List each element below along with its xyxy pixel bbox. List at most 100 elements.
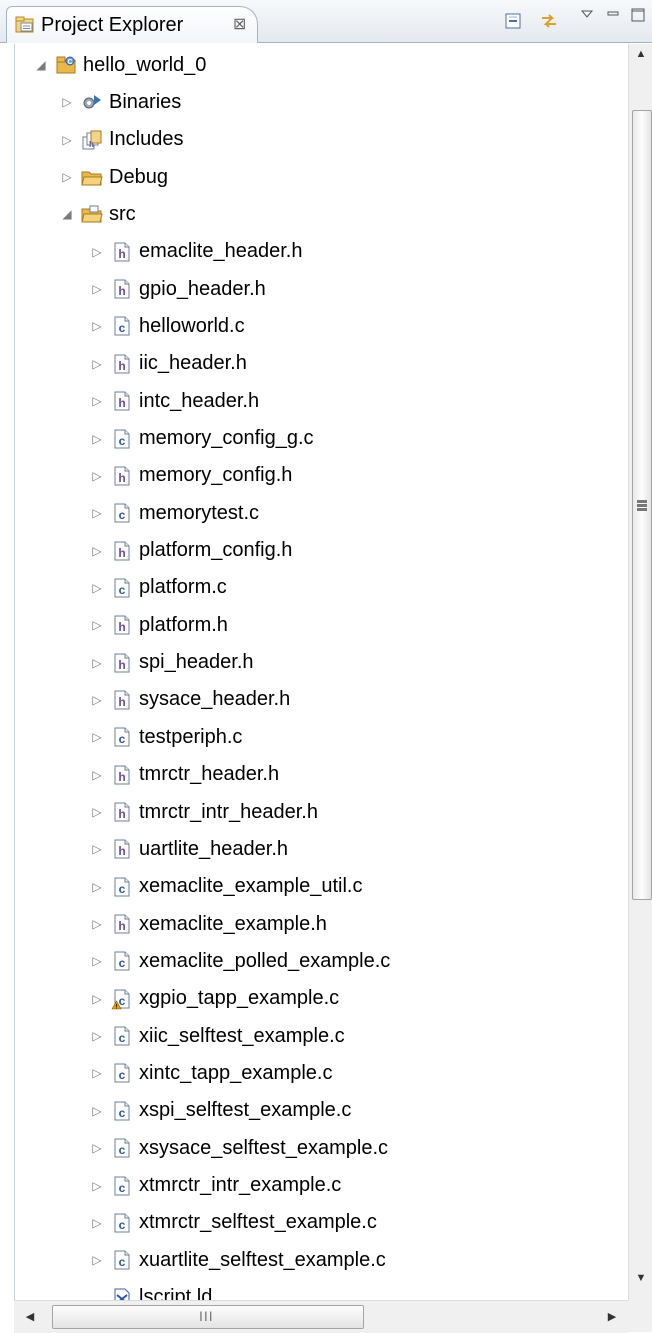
horizontal-scroll-thumb[interactable]: III (52, 1305, 364, 1329)
tree-item[interactable]: ▷ h platform_config.h (89, 534, 627, 568)
tree-item-label: xintc_tapp_example.c (139, 1061, 333, 1084)
collapsed-arrow-icon[interactable]: ▷ (89, 842, 105, 856)
collapsed-arrow-icon[interactable]: ▷ (89, 319, 105, 333)
tree-item[interactable]: lscript.ld (89, 1281, 627, 1300)
tree-item[interactable]: ▷ h memory_config.h (89, 459, 627, 493)
tree-item[interactable]: ▷ h emaclite_header.h (89, 235, 627, 269)
project-tree[interactable]: ◢ Chello_world_0 ▷ Binaries ▷ h Includes ▷ Debug… (14, 44, 627, 1300)
c-file-icon: c (111, 1212, 133, 1234)
vertical-scroll-thumb[interactable]: ▬ ▬ ▬ (632, 110, 652, 900)
collapsed-arrow-icon[interactable]: ▷ (89, 768, 105, 782)
tree-item[interactable]: ▷ c xemaclite_polled_example.c (89, 944, 627, 978)
tree-item[interactable]: ▷ c! xgpio_tapp_example.c (89, 982, 627, 1016)
tree-item[interactable]: ◢ Chello_world_0 (33, 48, 627, 82)
collapsed-arrow-icon[interactable]: ▷ (89, 1141, 105, 1155)
tree-item[interactable]: ▷ c xsysace_selftest_example.c (89, 1131, 627, 1165)
collapsed-arrow-icon[interactable]: ▷ (89, 432, 105, 446)
scroll-right-arrow-icon[interactable]: ▶ (600, 1305, 624, 1329)
collapsed-arrow-icon[interactable]: ▷ (89, 357, 105, 371)
collapsed-arrow-icon[interactable]: ▷ (89, 1066, 105, 1080)
collapsed-arrow-icon[interactable]: ▷ (89, 992, 105, 1006)
tree-item[interactable]: ▷ h iic_header.h (89, 347, 627, 381)
collapsed-arrow-icon[interactable]: ▷ (59, 170, 75, 184)
collapsed-arrow-icon[interactable]: ▷ (89, 469, 105, 483)
collapsed-arrow-icon[interactable]: ▷ (89, 1029, 105, 1043)
collapsed-arrow-icon[interactable]: ▷ (89, 954, 105, 968)
tree-item[interactable]: ▷ h xemaclite_example.h (89, 907, 627, 941)
svg-text:h: h (118, 396, 125, 410)
close-icon[interactable]: ⊠ (233, 14, 246, 34)
tree-item[interactable]: ▷ h spi_header.h (89, 646, 627, 680)
tree-item[interactable]: ▷ c helloworld.c (89, 309, 627, 343)
collapsed-arrow-icon[interactable]: ▷ (89, 656, 105, 670)
collapsed-arrow-icon[interactable]: ▷ (89, 394, 105, 408)
collapsed-arrow-icon[interactable]: ▷ (89, 730, 105, 744)
tree-item-label: xemaclite_polled_example.c (139, 949, 391, 972)
h-file-icon: h (111, 465, 133, 487)
horizontal-scrollbar[interactable]: ◀ III ▶ (14, 1300, 628, 1333)
tree-item[interactable]: ▷ h tmrctr_intr_header.h (89, 795, 627, 829)
vertical-scrollbar[interactable]: ▲ ▬ ▬ ▬ ▼ (628, 44, 652, 1300)
tree-item[interactable]: ▷ h platform.h (89, 608, 627, 642)
tree-item-label: intc_header.h (139, 389, 260, 412)
svg-text:h: h (118, 546, 125, 560)
expanded-arrow-icon[interactable]: ◢ (59, 207, 75, 221)
collapsed-arrow-icon[interactable]: ▷ (89, 282, 105, 296)
tree-item-label: src (109, 202, 136, 225)
scroll-up-arrow-icon[interactable]: ▲ (629, 48, 652, 72)
tree-item[interactable]: ▷ c memory_config_g.c (89, 422, 627, 456)
collapsed-arrow-icon[interactable]: ▷ (89, 245, 105, 259)
tree-item[interactable]: ▷ h Includes (59, 123, 627, 157)
minimize-icon[interactable] (606, 7, 620, 21)
svg-text:c: c (119, 882, 126, 896)
link-with-editor-icon[interactable] (539, 11, 559, 31)
collapsed-arrow-icon[interactable]: ▷ (89, 618, 105, 632)
tree-item[interactable]: ▷ c xemaclite_example_util.c (89, 870, 627, 904)
collapsed-arrow-icon[interactable]: ▷ (89, 1179, 105, 1193)
tree-item[interactable]: ▷ c xspi_selftest_example.c (89, 1094, 627, 1128)
collapsed-arrow-icon[interactable]: ▷ (89, 544, 105, 558)
expanded-arrow-icon[interactable]: ◢ (33, 58, 49, 72)
h-file-icon: h (111, 838, 133, 860)
tree-item[interactable]: ▷ c platform.c (89, 571, 627, 605)
tree-item[interactable]: ◢ src (59, 197, 627, 231)
tree-item[interactable]: ▷ c xintc_tapp_example.c (89, 1056, 627, 1090)
tree-item[interactable]: ▷ c xiic_selftest_example.c (89, 1019, 627, 1053)
collapsed-arrow-icon[interactable]: ▷ (59, 133, 75, 147)
collapsed-arrow-icon[interactable]: ▷ (89, 1216, 105, 1230)
tree-item[interactable]: ▷ c xtmrctr_intr_example.c (89, 1169, 627, 1203)
tree-item[interactable]: ▷ h gpio_header.h (89, 272, 627, 306)
tree-item-label: memorytest.c (139, 501, 260, 524)
collapsed-arrow-icon[interactable]: ▷ (59, 95, 75, 109)
collapsed-arrow-icon[interactable]: ▷ (89, 1104, 105, 1118)
collapsed-arrow-icon[interactable]: ▷ (89, 805, 105, 819)
scroll-down-arrow-icon[interactable]: ▼ (629, 1272, 652, 1296)
tree-item[interactable]: ▷ c xtmrctr_selftest_example.c (89, 1206, 627, 1240)
svg-text:c: c (119, 434, 126, 448)
collapsed-arrow-icon[interactable]: ▷ (89, 880, 105, 894)
tree-item[interactable]: ▷ h sysace_header.h (89, 683, 627, 717)
tree-item-label: hello_world_0 (83, 53, 207, 76)
view-tab-bar: Project Explorer ⊠ (0, 0, 652, 43)
collapsed-arrow-icon[interactable]: ▷ (89, 917, 105, 931)
tree-item-label: emaclite_header.h (139, 240, 303, 263)
tree-item[interactable]: ▷ Debug (59, 160, 627, 194)
tree-item[interactable]: ▷ c testperiph.c (89, 720, 627, 754)
collapsed-arrow-icon[interactable]: ▷ (89, 506, 105, 520)
collapsed-arrow-icon[interactable]: ▷ (89, 581, 105, 595)
tree-item-label: xtmrctr_intr_example.c (139, 1174, 342, 1196)
tree-item[interactable]: ▷ c memorytest.c (89, 496, 627, 530)
view-menu-icon[interactable] (580, 7, 594, 21)
tree-item[interactable]: ▷ h uartlite_header.h (89, 832, 627, 866)
tree-item[interactable]: ▷ h intc_header.h (89, 384, 627, 418)
collapse-all-icon[interactable] (503, 11, 523, 31)
collapsed-arrow-icon[interactable]: ▷ (89, 1253, 105, 1267)
tree-item[interactable]: ▷ Binaries (59, 85, 627, 119)
collapsed-arrow-icon[interactable]: ▷ (89, 693, 105, 707)
maximize-icon[interactable] (630, 7, 646, 23)
scroll-left-arrow-icon[interactable]: ◀ (18, 1305, 42, 1329)
tree-item[interactable]: ▷ h tmrctr_header.h (89, 758, 627, 792)
project-explorer-tab[interactable]: Project Explorer ⊠ (6, 6, 258, 43)
tree-item[interactable]: ▷ c xuartlite_selftest_example.c (89, 1243, 627, 1277)
svg-text:c: c (119, 732, 126, 746)
